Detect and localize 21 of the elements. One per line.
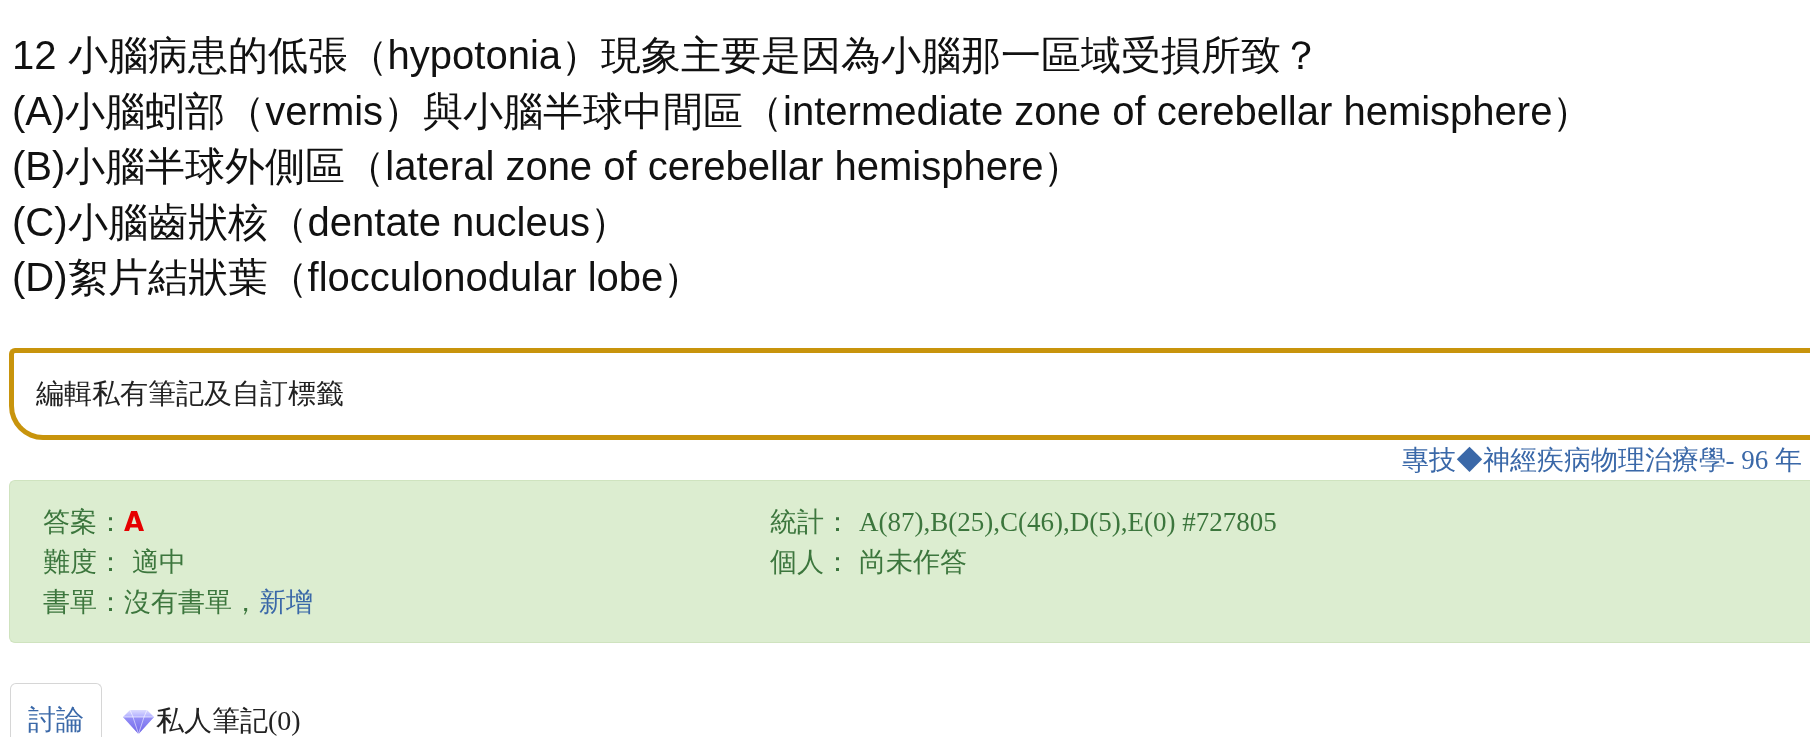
field-value: 適中 xyxy=(132,545,186,579)
field-label: 個人： xyxy=(770,545,851,579)
field-label: 書單： xyxy=(43,585,124,619)
tab[interactable]: 私人筆記(0) xyxy=(108,682,316,737)
tab[interactable]: 討論 xyxy=(10,682,102,737)
option-text: (A)小腦蚓部（vermis）與小腦半球中間區（intermediate zone of cerebellar hemisphere） xyxy=(12,87,1593,135)
question-text: 12 小腦病患的低張（hypotonia）現象主要是因為小腦那一區域受損所致？ xyxy=(12,32,1322,79)
option-text: (B)小腦半球外側區（lateral zone of cerebellar hemisphere） xyxy=(12,143,1084,190)
field-label: 答案： xyxy=(43,505,124,539)
source-link[interactable]: 專技◆神經疾病物理治療學- 96 年 xyxy=(1401,441,1802,478)
field-value: A(87),B(25),C(46),D(5),E(0) #727805 xyxy=(859,505,1277,539)
option-text: (D)絮片結狀葉（flocculonodular lobe） xyxy=(12,254,704,301)
field-label: 統計： xyxy=(770,505,851,539)
field-value: 尚未作答 xyxy=(859,545,967,579)
field-value: 沒有書單， xyxy=(124,585,259,619)
answer-value: A xyxy=(124,505,145,539)
option-text: (C)小腦齒狀核（dentate nucleus） xyxy=(12,198,630,246)
note-edit-field[interactable]: 編輯私有筆記及自訂標籤 xyxy=(9,347,1810,440)
add-link[interactable]: 新增 xyxy=(259,581,313,622)
field-label: 難度： xyxy=(43,545,124,579)
gem-icon xyxy=(123,709,154,734)
